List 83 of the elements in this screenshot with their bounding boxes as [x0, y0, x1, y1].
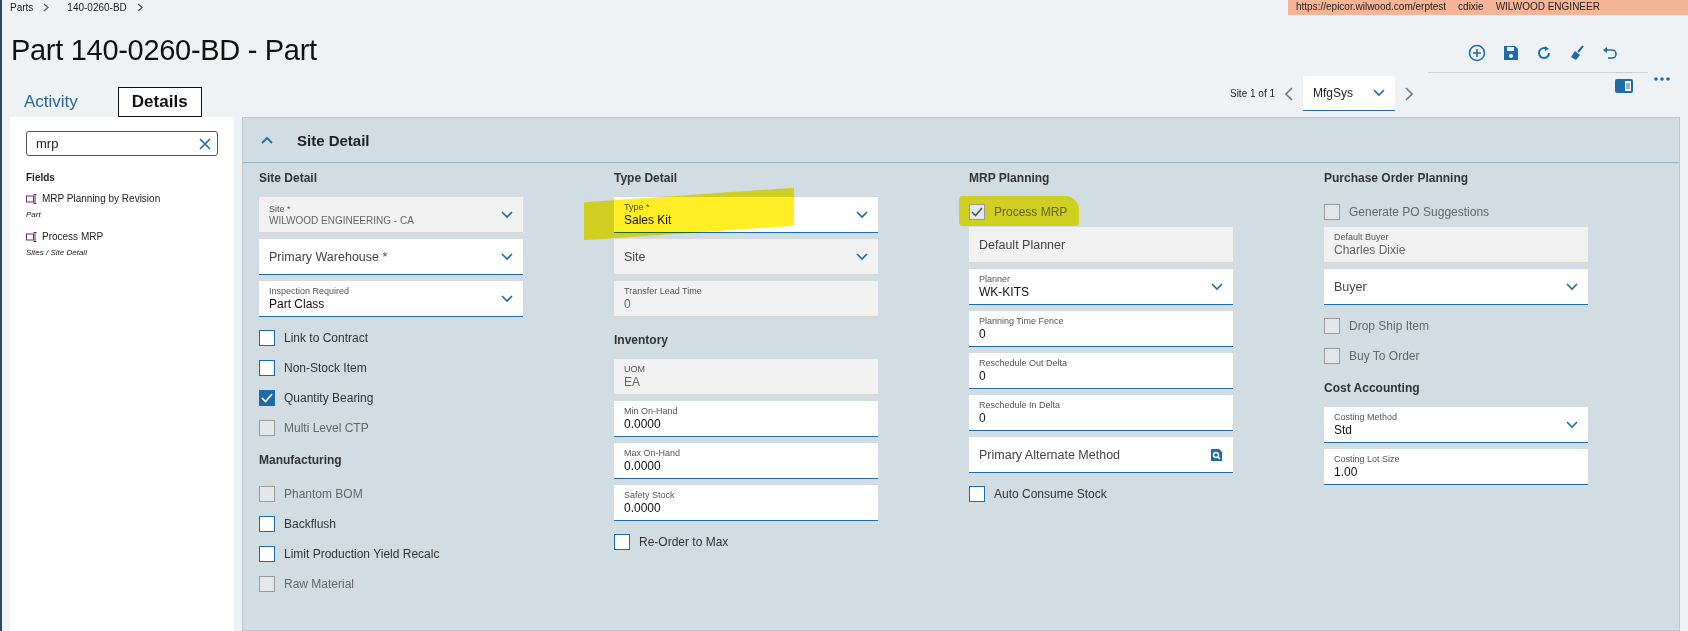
- checkbox[interactable]: [259, 516, 275, 532]
- checkbox-label: Link to Contract: [284, 331, 369, 345]
- dropdown-field[interactable]: Buyer: [1324, 269, 1588, 305]
- text-field[interactable]: Costing Lot Size 1.00: [1324, 449, 1588, 485]
- chevron-down-icon: [501, 210, 513, 219]
- site-counter: Site 1 of 1: [1229, 88, 1275, 99]
- text-field[interactable]: Min On-Hand 0.0000: [614, 401, 878, 437]
- add-icon[interactable]: [1468, 44, 1486, 62]
- chevron-right-icon[interactable]: [1405, 86, 1413, 101]
- checkbox-label: Limit Production Yield Recalc: [284, 547, 440, 561]
- text-field[interactable]: Safety Stock 0.0000: [614, 485, 878, 521]
- refresh-icon[interactable]: [1536, 45, 1552, 61]
- chevron-down-icon: [1566, 420, 1578, 429]
- page-title: Part 140-0260-BD - Part: [11, 34, 317, 67]
- text-field[interactable]: Planning Time Fence 0: [969, 311, 1233, 347]
- panel-header[interactable]: Site Detail: [243, 118, 1679, 163]
- chevron-down-icon: [1373, 89, 1385, 97]
- checkbox-label: Generate PO Suggestions: [1349, 205, 1490, 219]
- user-text: cdixie: [1458, 1, 1484, 14]
- chevron-down-icon: [501, 252, 513, 261]
- tab[interactable]: Details: [117, 87, 202, 117]
- breadcrumb-link[interactable]: Parts: [10, 2, 34, 13]
- checkbox-label: Quantity Bearing: [284, 391, 374, 405]
- section-heading: Purchase Order Planning: [1324, 170, 1470, 187]
- search-field[interactable]: mrp: [26, 131, 218, 156]
- checkbox[interactable]: [259, 390, 275, 406]
- chevron-up-icon[interactable]: [261, 136, 273, 144]
- checkbox-label: Phantom BOM: [284, 487, 363, 501]
- text-field[interactable]: Reschedule Out Delta 0: [969, 353, 1233, 389]
- chevron-right-icon: [43, 3, 50, 12]
- url-text: https://epicor.wilwood.com/erptest: [1296, 1, 1447, 14]
- tab[interactable]: Activity: [23, 87, 92, 117]
- checkbox-label: Buy To Order: [1349, 349, 1420, 363]
- chevron-down-icon: [1566, 282, 1578, 291]
- checkbox-label: Non-Stock Item: [284, 361, 367, 375]
- dropdown-field[interactable]: Primary Warehouse *: [259, 239, 523, 275]
- results-heading: Fields: [26, 172, 56, 183]
- company-text: WILWOOD ENGINEER: [1495, 1, 1600, 14]
- save-icon[interactable]: [1503, 45, 1519, 61]
- text-field[interactable]: Reschedule In Delta 0: [969, 395, 1233, 431]
- chevron-down-icon: [856, 252, 868, 261]
- undo-icon[interactable]: [1602, 45, 1618, 61]
- more-icon[interactable]: [1654, 77, 1670, 81]
- checkbox-label: Multi Level CTP: [284, 421, 369, 435]
- checkbox-label: Raw Material: [284, 577, 355, 591]
- chevron-down-icon: [501, 294, 513, 303]
- search-icon[interactable]: [1210, 447, 1223, 462]
- section-heading: MRP Planning: [969, 170, 1051, 187]
- checkbox[interactable]: [614, 534, 630, 550]
- lookup-field[interactable]: Primary Alternate Method: [969, 437, 1233, 473]
- site-dropdown[interactable]: MfgSys: [1303, 76, 1395, 111]
- field-icon: [26, 231, 38, 242]
- checkbox[interactable]: [259, 546, 275, 562]
- broom-icon[interactable]: [1569, 45, 1585, 61]
- text-field[interactable]: Max On-Hand 0.0000: [614, 443, 878, 479]
- section-heading: Site Detail: [259, 170, 319, 187]
- section-heading: Manufacturing: [259, 452, 343, 469]
- chevron-right-icon: [136, 3, 143, 12]
- result-link[interactable]: Process MRP: [42, 231, 104, 242]
- dropdown-field[interactable]: Planner WK-KITS: [969, 269, 1233, 305]
- result-path: Part: [26, 210, 42, 219]
- dropdown-field[interactable]: Inspection Required Part Class: [259, 281, 523, 317]
- checkbox-label: Re-Order to Max: [639, 535, 729, 549]
- chevron-left-icon[interactable]: [1285, 86, 1293, 101]
- checkbox[interactable]: [969, 486, 985, 502]
- sidebar-panel-icon[interactable]: [1615, 79, 1633, 93]
- checkbox-label: Auto Consume Stock: [994, 487, 1107, 501]
- close-icon[interactable]: [199, 137, 211, 150]
- section-heading: Type Detail: [614, 170, 679, 187]
- field-icon: [26, 193, 38, 204]
- checkbox[interactable]: [259, 330, 275, 346]
- checkbox-label: Drop Ship Item: [1349, 319, 1430, 333]
- section-heading: Inventory: [614, 332, 669, 349]
- section-heading: Cost Accounting: [1324, 380, 1421, 397]
- result-link[interactable]: MRP Planning by Revision: [42, 193, 161, 204]
- checkbox-label: Backflush: [284, 517, 337, 531]
- checkbox-label: Process MRP: [994, 205, 1068, 219]
- dropdown-field[interactable]: Costing Method Std: [1324, 407, 1588, 443]
- checkbox[interactable]: [259, 360, 275, 376]
- result-path: Sites / Site Detail: [26, 248, 88, 257]
- breadcrumb-link[interactable]: 140-0260-BD: [67, 2, 127, 13]
- chevron-down-icon: [1211, 282, 1223, 291]
- chevron-down-icon: [856, 210, 868, 219]
